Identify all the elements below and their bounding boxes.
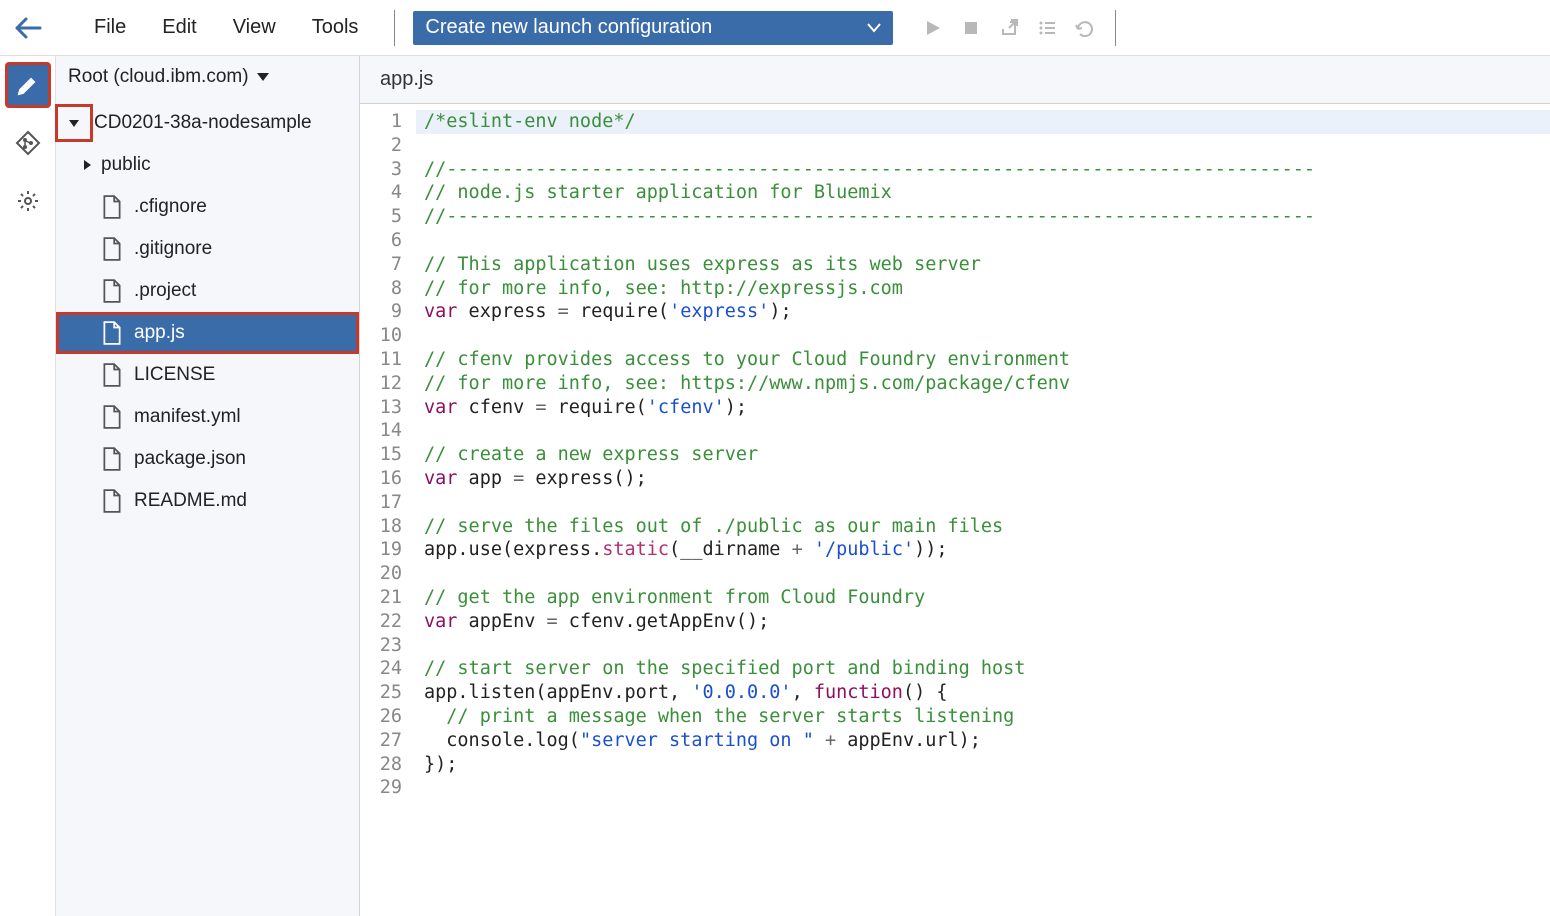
code-line — [416, 324, 1550, 348]
code-line — [416, 491, 1550, 515]
divider — [394, 10, 395, 46]
code-line — [416, 634, 1550, 658]
menu-file[interactable]: File — [76, 8, 144, 47]
redeploy-icon[interactable] — [1073, 16, 1097, 40]
launch-config-dropdown[interactable]: Create new launch configuration — [413, 11, 893, 45]
root-selector[interactable]: Root (cloud.ibm.com) — [56, 56, 359, 98]
file-icon — [102, 321, 122, 345]
file-icon — [102, 279, 122, 303]
open-external-icon[interactable] — [997, 16, 1021, 40]
file-label: manifest.yml — [134, 406, 241, 428]
file-label: README.md — [134, 490, 247, 512]
tree-file-row[interactable]: manifest.yml — [56, 396, 359, 438]
line-gutter: 1234567891011121314151617181920212223242… — [360, 110, 416, 916]
edit-view-button[interactable] — [7, 64, 49, 106]
run-toolbar — [921, 16, 1097, 40]
file-label: .gitignore — [134, 238, 212, 260]
settings-view-button[interactable] — [7, 180, 49, 222]
code-line — [416, 419, 1550, 443]
file-explorer: Root (cloud.ibm.com) CD0201-38a-nodesamp… — [56, 56, 360, 916]
chevron-down-icon — [867, 23, 881, 33]
code-line: // get the app environment from Cloud Fo… — [416, 586, 1550, 610]
editor-pane: app.js 123456789101112131415161718192021… — [360, 56, 1550, 916]
code-line: // for more info, see: https://www.npmjs… — [416, 372, 1550, 396]
play-icon[interactable] — [921, 16, 945, 40]
code-line: }); — [416, 753, 1550, 777]
editor-tab[interactable]: app.js — [360, 56, 1550, 104]
code-line: console.log("server starting on " + appE… — [416, 729, 1550, 753]
menu-bar: File Edit View Tools — [76, 8, 376, 47]
code-line: // for more info, see: http://expressjs.… — [416, 277, 1550, 301]
back-button[interactable] — [8, 8, 48, 48]
list-icon[interactable] — [1035, 16, 1059, 40]
code-line: // serve the files out of ./public as ou… — [416, 515, 1550, 539]
file-label: LICENSE — [134, 364, 215, 386]
main-area: Root (cloud.ibm.com) CD0201-38a-nodesamp… — [0, 56, 1550, 916]
tree-file-row[interactable]: .gitignore — [56, 228, 359, 270]
git-view-button[interactable] — [7, 122, 49, 164]
code-line: // print a message when the server start… — [416, 705, 1550, 729]
code-line: // This application uses express as its … — [416, 253, 1550, 277]
code-line: //--------------------------------------… — [416, 205, 1550, 229]
file-icon — [102, 237, 122, 261]
file-label: app.js — [134, 322, 185, 344]
launch-config-label: Create new launch configuration — [425, 16, 712, 39]
chevron-down-icon — [69, 120, 79, 127]
chevron-down-icon — [257, 73, 269, 81]
code-line: /*eslint-env node*/ — [416, 110, 1550, 134]
code-line: var express = require('express'); — [416, 300, 1550, 324]
code-line: app.use(express.static(__dirname + '/pub… — [416, 538, 1550, 562]
file-icon — [102, 447, 122, 471]
menu-edit[interactable]: Edit — [144, 8, 214, 47]
code-line: // start server on the specified port an… — [416, 657, 1550, 681]
code-line — [416, 229, 1550, 253]
file-icon — [102, 195, 122, 219]
top-toolbar: File Edit View Tools Create new launch c… — [0, 0, 1550, 56]
chevron-right-icon — [84, 160, 91, 170]
tree-file-row[interactable]: LICENSE — [56, 354, 359, 396]
tree-project-row[interactable]: CD0201-38a-nodesample — [56, 102, 359, 144]
file-label: .project — [134, 280, 196, 302]
project-name: CD0201-38a-nodesample — [94, 112, 312, 134]
file-label: package.json — [134, 448, 246, 470]
tree-file-row[interactable]: app.js — [56, 312, 359, 354]
file-icon — [102, 363, 122, 387]
file-icon — [102, 489, 122, 513]
folder-label: public — [101, 154, 151, 176]
code-line — [416, 562, 1550, 586]
code-line: var cfenv = require('cfenv'); — [416, 396, 1550, 420]
code-line — [416, 776, 1550, 800]
editor-tab-label: app.js — [380, 68, 433, 91]
menu-tools[interactable]: Tools — [294, 8, 377, 47]
code-line — [416, 134, 1550, 158]
tree-file-row[interactable]: README.md — [56, 480, 359, 522]
tree-folder-public[interactable]: public — [56, 144, 359, 186]
file-icon — [102, 405, 122, 429]
activity-bar — [0, 56, 56, 916]
code-line: var app = express(); — [416, 467, 1550, 491]
code-line: var appEnv = cfenv.getAppEnv(); — [416, 610, 1550, 634]
code-line: // cfenv provides access to your Cloud F… — [416, 348, 1550, 372]
expand-toggle-highlighted[interactable] — [60, 109, 88, 137]
root-label: Root (cloud.ibm.com) — [68, 66, 249, 88]
tree-file-row[interactable]: package.json — [56, 438, 359, 480]
tree-file-row[interactable]: .cfignore — [56, 186, 359, 228]
menu-view[interactable]: View — [215, 8, 294, 47]
code-editor[interactable]: 1234567891011121314151617181920212223242… — [360, 104, 1550, 916]
tree-file-row[interactable]: .project — [56, 270, 359, 312]
code-content[interactable]: /*eslint-env node*/ //------------------… — [416, 110, 1550, 916]
code-line: // create a new express server — [416, 443, 1550, 467]
file-label: .cfignore — [134, 196, 207, 218]
divider — [1115, 10, 1116, 46]
code-line: //--------------------------------------… — [416, 158, 1550, 182]
stop-icon[interactable] — [959, 16, 983, 40]
file-tree: CD0201-38a-nodesample public .cfignore .g… — [56, 98, 359, 526]
code-line: app.listen(appEnv.port, '0.0.0.0', funct… — [416, 681, 1550, 705]
code-line: // node.js starter application for Bluem… — [416, 181, 1550, 205]
